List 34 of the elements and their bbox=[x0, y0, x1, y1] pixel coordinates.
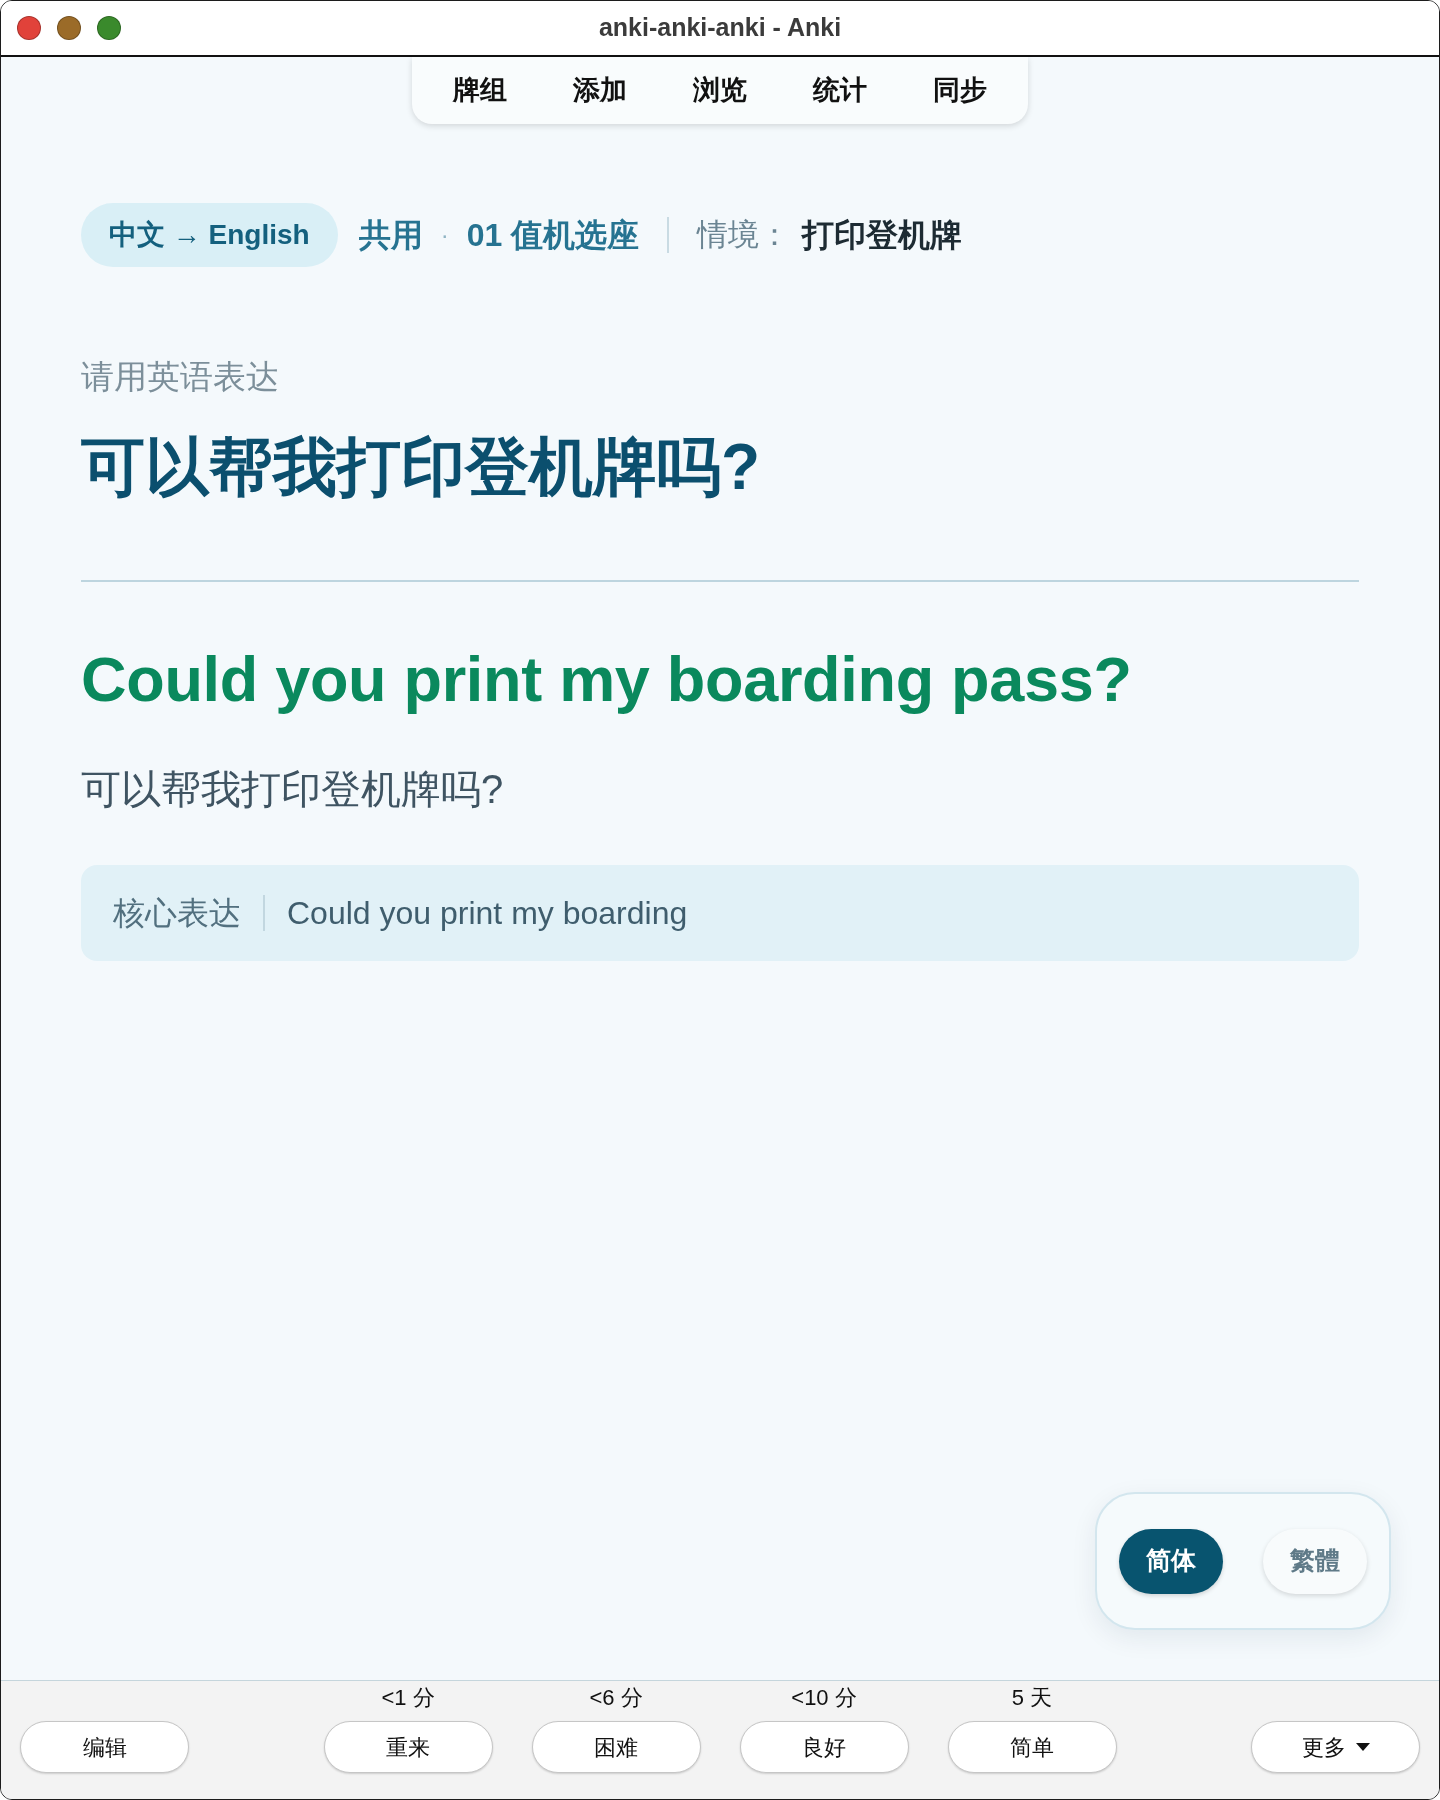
translation-text: 可以帮我打印登机牌吗? bbox=[81, 766, 505, 813]
lesson-text: 01 值机选座 bbox=[466, 216, 640, 255]
direction-badge: 中文 → English bbox=[81, 203, 338, 267]
caret-icon bbox=[1355, 1743, 1370, 1751]
menu-link[interactable]: 浏览 bbox=[660, 57, 780, 124]
more-button[interactable]: 更多 bbox=[1251, 1721, 1420, 1773]
prompt-text: 请用英语表达 bbox=[81, 357, 280, 397]
separator-dot: · bbox=[440, 220, 449, 250]
context-label: 情境： bbox=[697, 215, 791, 254]
answer-button[interactable]: 良好 bbox=[739, 1721, 909, 1773]
zoom-window-button[interactable] bbox=[97, 16, 121, 40]
menu-link[interactable]: 统计 bbox=[780, 57, 900, 124]
answer-button[interactable]: 困难 bbox=[531, 1721, 701, 1773]
interval-label: <10 分 bbox=[791, 1685, 857, 1711]
interval-label: <1 分 bbox=[381, 1685, 435, 1711]
interval-label: 5 天 bbox=[1011, 1685, 1053, 1711]
interval-label: <6 分 bbox=[589, 1685, 643, 1711]
menu-link[interactable]: 牌组 bbox=[420, 57, 540, 124]
answer-button[interactable]: 重来 bbox=[323, 1721, 493, 1773]
minimize-window-button[interactable] bbox=[57, 16, 81, 40]
close-window-button[interactable] bbox=[17, 16, 41, 40]
answer-button[interactable]: 简单 bbox=[947, 1721, 1117, 1773]
core-expression-text: Could you print my boarding bbox=[287, 894, 688, 933]
answer-text: Could you print my boarding pass? bbox=[81, 643, 1133, 716]
category-text: 共用 bbox=[358, 216, 423, 255]
context-text: 打印登机牌 bbox=[802, 216, 963, 255]
script-toggle-button[interactable]: 繁體 bbox=[1263, 1528, 1367, 1594]
core-expression-label: 核心表达 bbox=[113, 894, 241, 933]
script-toggle-button[interactable]: 简体 bbox=[1119, 1528, 1223, 1594]
question-text: 可以帮我打印登机牌吗? bbox=[81, 430, 762, 505]
window-title: anki-anki-anki - Anki bbox=[598, 12, 842, 44]
menu-link[interactable]: 添加 bbox=[540, 57, 660, 124]
edit-button[interactable]: 编辑 bbox=[20, 1721, 189, 1773]
menu-link[interactable]: 同步 bbox=[900, 57, 1020, 124]
